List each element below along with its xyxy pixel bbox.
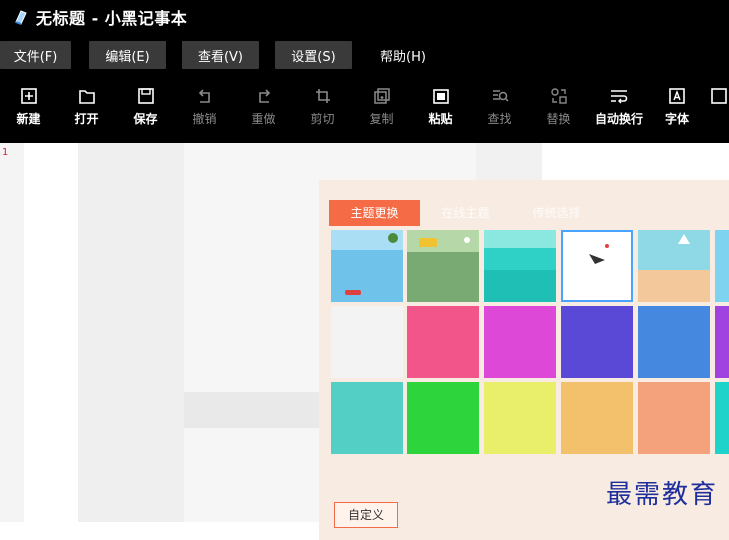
tab-classic-select[interactable]: 传统选择 [511, 200, 602, 226]
theme-swatch-partial[interactable] [715, 230, 729, 302]
word-wrap-icon [611, 90, 628, 104]
new-label: 新建 [16, 112, 41, 126]
theme-swatch-white-selected[interactable] [561, 230, 633, 302]
custom-theme-button[interactable]: 自定义 [334, 502, 398, 528]
theme-tabs: 主题更换 在线主题 传统选择 [329, 200, 602, 226]
menu-settings[interactable]: 设置(S) [275, 41, 352, 69]
open-button[interactable]: 打开 [57, 76, 116, 127]
theme-swatch-salmon[interactable] [638, 382, 710, 454]
font-label: 字体 [664, 112, 689, 126]
faded-menu-backdrop [78, 143, 184, 522]
menu-help-label: 帮助(H) [380, 49, 426, 65]
title-bar: 无标题 - 小黑记事本 [0, 0, 729, 34]
toolbar: 新建 打开 保存 撤销 重做 剪切 复制 粘贴 查找 替换 自动换行 字体 [0, 76, 729, 143]
theme-swatch-purple[interactable] [715, 306, 729, 378]
undo-icon [198, 89, 210, 103]
bus-scene-icon [407, 230, 479, 252]
redo-label: 重做 [251, 112, 276, 126]
theme-swatch-aqua[interactable] [331, 382, 403, 454]
theme-swatch-teal[interactable] [484, 230, 556, 302]
paste-button[interactable]: 粘贴 [411, 76, 470, 127]
new-file-icon [20, 88, 37, 104]
word-wrap-button[interactable]: 自动换行 [588, 76, 650, 127]
menu-view[interactable]: 查看(V) [182, 41, 259, 69]
replace-button[interactable]: 替换 [529, 76, 588, 127]
theme-swatch-cyan[interactable] [715, 382, 729, 454]
copy-button[interactable]: 复制 [352, 76, 411, 127]
menu-bar: 文件(F) 编辑(E) 查看(V) 设置(S) 帮助(H) [0, 34, 729, 76]
copy-icon [373, 88, 390, 104]
paste-icon [432, 89, 449, 104]
font-button[interactable]: 字体 [650, 76, 704, 127]
theme-swatch-magenta[interactable] [484, 306, 556, 378]
find-label: 查找 [487, 112, 512, 126]
theme-swatch-orange[interactable] [561, 382, 633, 454]
menu-help[interactable]: 帮助(H) [368, 41, 438, 69]
find-button[interactable]: 查找 [470, 76, 529, 127]
new-button[interactable]: 新建 [0, 76, 57, 127]
save-label: 保存 [133, 112, 158, 126]
sky-scene-icon [331, 230, 403, 295]
redo-button[interactable]: 重做 [234, 76, 293, 127]
menu-view-label: 查看(V) [197, 49, 244, 65]
theme-swatch-indigo[interactable] [561, 306, 633, 378]
theme-swatch-green[interactable] [407, 382, 479, 454]
menu-settings-label: 设置(S) [291, 49, 336, 65]
replace-label: 替换 [546, 112, 571, 126]
theme-swatch-bus[interactable] [407, 230, 479, 302]
notepad-app-icon [15, 10, 27, 25]
theme-swatch-blue[interactable] [638, 306, 710, 378]
more-icon [711, 88, 727, 104]
line-gutter: 1 [0, 143, 24, 522]
paste-label: 粘贴 [428, 112, 453, 126]
cut-label: 剪切 [310, 112, 335, 126]
undo-label: 撤销 [192, 112, 217, 126]
redo-icon [258, 89, 270, 103]
open-folder-icon [78, 90, 95, 104]
font-icon [669, 88, 685, 104]
tab-online-themes[interactable]: 在线主题 [420, 200, 511, 226]
cut-icon [315, 89, 330, 103]
tab-theme-change[interactable]: 主题更换 [329, 200, 420, 226]
undo-button[interactable]: 撤销 [175, 76, 234, 127]
open-label: 打开 [74, 112, 99, 126]
more-button[interactable] [704, 76, 729, 105]
menu-file-label: 文件(F) [13, 49, 58, 65]
beach-scene-icon [638, 230, 710, 302]
window-title: 无标题 - 小黑记事本 [36, 9, 188, 28]
menu-edit-label: 编辑(E) [105, 49, 150, 65]
plane-scene-icon [589, 244, 609, 264]
menu-edit[interactable]: 编辑(E) [89, 41, 166, 69]
replace-icon [550, 88, 567, 104]
theme-swatch-yellow[interactable] [484, 382, 556, 454]
save-button[interactable]: 保存 [116, 76, 175, 127]
watermark-text: 最需教育 [606, 480, 719, 510]
theme-swatch-light-gray[interactable] [331, 306, 403, 378]
find-icon [492, 90, 509, 102]
save-icon [137, 88, 154, 104]
copy-label: 复制 [369, 112, 394, 126]
theme-swatch-beach[interactable] [638, 230, 710, 302]
word-wrap-label: 自动换行 [594, 112, 643, 126]
theme-swatch-sky[interactable] [331, 230, 403, 302]
theme-swatch-pink[interactable] [407, 306, 479, 378]
line-number: 1 [2, 147, 9, 158]
menu-file[interactable]: 文件(F) [0, 41, 71, 69]
teal-scene-icon [484, 230, 556, 302]
cut-button[interactable]: 剪切 [293, 76, 352, 127]
